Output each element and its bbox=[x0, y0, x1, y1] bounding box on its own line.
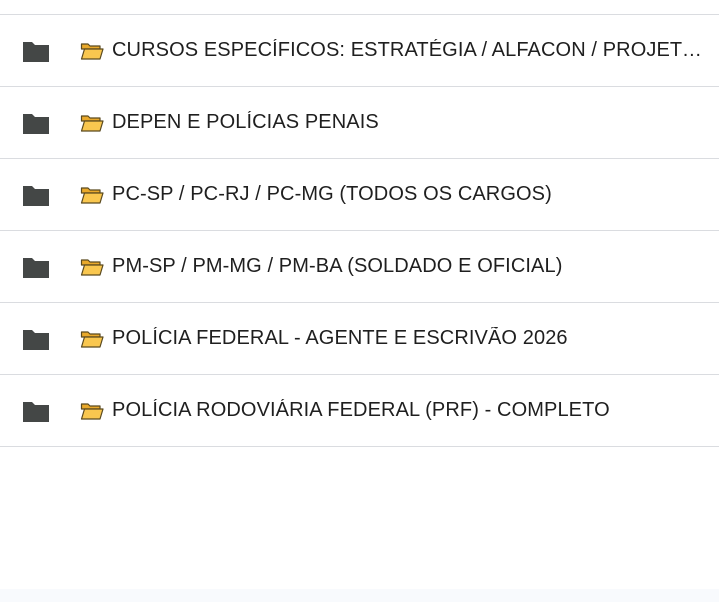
folder-row[interactable]: DEPEN E POLÍCIAS PENAIS bbox=[0, 87, 719, 159]
folder-label: POLÍCIA FEDERAL - AGENTE E ESCRIVÃO 2026 bbox=[112, 327, 568, 349]
folder-row[interactable]: PM-SP / PM-MG / PM-BA (SOLDADO E OFICIAL… bbox=[0, 231, 719, 303]
folder-name: POLÍCIA RODOVIÁRIA FEDERAL (PRF) - COMPL… bbox=[80, 375, 711, 446]
folder-label: POLÍCIA RODOVIÁRIA FEDERAL (PRF) - COMPL… bbox=[112, 399, 610, 421]
folder-icon bbox=[23, 42, 49, 62]
folder-label: PC-SP / PC-RJ / PC-MG (TODOS OS CARGOS) bbox=[112, 183, 552, 205]
folder-label: PM-SP / PM-MG / PM-BA (SOLDADO E OFICIAL… bbox=[112, 255, 563, 277]
folder-row[interactable]: POLÍCIA FEDERAL - AGENTE E ESCRIVÃO 2026 bbox=[0, 303, 719, 375]
open-folder-emoji-icon bbox=[80, 186, 104, 204]
open-folder-emoji-icon bbox=[80, 42, 104, 60]
drive-folder-list-page: CURSOS ESPECÍFICOS: ESTRATÉGIA / ALFACON… bbox=[0, 0, 719, 602]
folder-icon bbox=[23, 402, 49, 422]
folder-label: CURSOS ESPECÍFICOS: ESTRATÉGIA / ALFACON… bbox=[112, 39, 711, 61]
folder-name: CURSOS ESPECÍFICOS: ESTRATÉGIA / ALFACON… bbox=[80, 15, 711, 86]
folder-name: PC-SP / PC-RJ / PC-MG (TODOS OS CARGOS) bbox=[80, 159, 711, 230]
bottom-strip bbox=[0, 589, 719, 602]
folder-row[interactable]: PC-SP / PC-RJ / PC-MG (TODOS OS CARGOS) bbox=[0, 159, 719, 231]
folder-list: CURSOS ESPECÍFICOS: ESTRATÉGIA / ALFACON… bbox=[0, 14, 719, 447]
open-folder-emoji-icon bbox=[80, 330, 104, 348]
folder-row[interactable]: CURSOS ESPECÍFICOS: ESTRATÉGIA / ALFACON… bbox=[0, 15, 719, 87]
folder-icon bbox=[23, 186, 49, 206]
folder-icon bbox=[23, 114, 49, 134]
folder-icon bbox=[23, 330, 49, 350]
folder-name: PM-SP / PM-MG / PM-BA (SOLDADO E OFICIAL… bbox=[80, 231, 711, 302]
folder-label: DEPEN E POLÍCIAS PENAIS bbox=[112, 111, 379, 133]
folder-row[interactable]: POLÍCIA RODOVIÁRIA FEDERAL (PRF) - COMPL… bbox=[0, 375, 719, 447]
open-folder-emoji-icon bbox=[80, 258, 104, 276]
open-folder-emoji-icon bbox=[80, 114, 104, 132]
open-folder-emoji-icon bbox=[80, 402, 104, 420]
folder-icon bbox=[23, 258, 49, 278]
folder-name: DEPEN E POLÍCIAS PENAIS bbox=[80, 87, 711, 158]
folder-name: POLÍCIA FEDERAL - AGENTE E ESCRIVÃO 2026 bbox=[80, 303, 711, 374]
